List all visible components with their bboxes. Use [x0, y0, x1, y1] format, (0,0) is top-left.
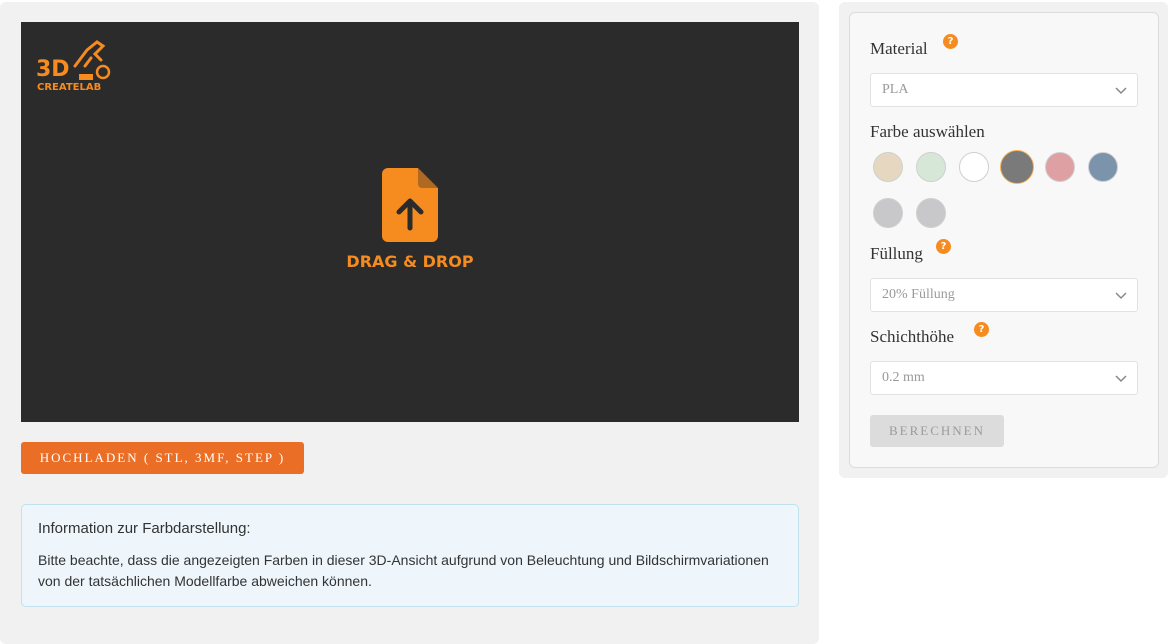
chevron-down-icon [1115, 87, 1127, 95]
drag-drop-zone[interactable]: DRAG & DROP [344, 168, 476, 278]
config-panel: Material ? PLA Farbe auswählen Füllung ?… [839, 2, 1168, 478]
infill-value: 20% Füllung [882, 287, 955, 302]
file-upload-icon [382, 168, 438, 242]
infill-select[interactable]: 20% Füllung [870, 278, 1138, 312]
logo-text-top: 3D [36, 57, 70, 82]
layer-help-icon[interactable]: ? [974, 322, 989, 337]
model-panel: 3D CREATELAB DRAG & DROP HOCHLADEN ( STL… [0, 2, 819, 644]
material-help-icon[interactable]: ? [943, 34, 958, 49]
material-select[interactable]: PLA [870, 73, 1138, 107]
createlab-logo: 3D CREATELAB [36, 40, 111, 93]
3d-viewer[interactable]: 3D CREATELAB DRAG & DROP [21, 22, 799, 422]
color-swatch[interactable] [916, 152, 946, 182]
material-value: PLA [882, 82, 909, 97]
color-swatch[interactable] [916, 198, 946, 228]
color-swatch-selected[interactable] [1000, 150, 1034, 184]
color-swatch[interactable] [873, 152, 903, 182]
upload-button[interactable]: HOCHLADEN ( STL, 3MF, STEP ) [21, 442, 304, 474]
color-swatch[interactable] [1045, 152, 1075, 182]
chevron-down-icon [1115, 292, 1127, 300]
color-label: Farbe auswählen [870, 122, 985, 141]
layer-value: 0.2 mm [882, 370, 925, 385]
drag-drop-label: DRAG & DROP [346, 252, 474, 271]
calculate-button[interactable]: BERECHNEN [870, 415, 1004, 447]
color-swatch[interactable] [959, 152, 989, 182]
color-swatch[interactable] [1088, 152, 1118, 182]
infill-label: Füllung [870, 244, 923, 263]
config-card: Material ? PLA Farbe auswählen Füllung ?… [849, 12, 1159, 468]
color-swatch[interactable] [873, 198, 903, 228]
logo-text-bottom: CREATELAB [37, 82, 101, 93]
layer-select[interactable]: 0.2 mm [870, 361, 1138, 395]
info-title: Information zur Farbdarstellung: [38, 520, 251, 537]
material-label: Material [870, 39, 928, 58]
layer-label: Schichthöhe [870, 327, 955, 346]
chevron-down-icon [1115, 375, 1127, 383]
info-text: Bitte beachte, dass die angezeigten Farb… [38, 552, 769, 589]
color-info-box: Information zur Farbdarstellung: Bitte b… [21, 504, 799, 607]
infill-help-icon[interactable]: ? [936, 239, 951, 254]
